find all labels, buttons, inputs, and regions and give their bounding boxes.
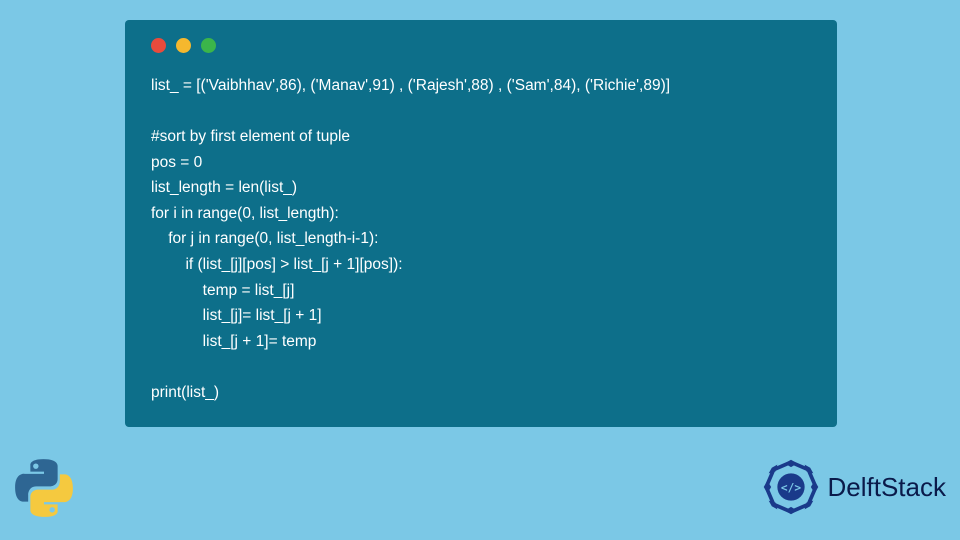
brand-name: DelftStack — [828, 472, 947, 503]
python-logo-icon — [14, 458, 74, 518]
window-controls — [151, 38, 811, 53]
code-content: list_ = [('Vaibhhav',86), ('Manav',91) ,… — [151, 73, 811, 405]
brand: </> DelftStack — [760, 456, 947, 518]
close-dot-icon — [151, 38, 166, 53]
minimize-dot-icon — [176, 38, 191, 53]
svg-text:</>: </> — [780, 481, 800, 494]
maximize-dot-icon — [201, 38, 216, 53]
code-window: list_ = [('Vaibhhav',86), ('Manav',91) ,… — [125, 20, 837, 427]
delftstack-logo-icon: </> — [760, 456, 822, 518]
